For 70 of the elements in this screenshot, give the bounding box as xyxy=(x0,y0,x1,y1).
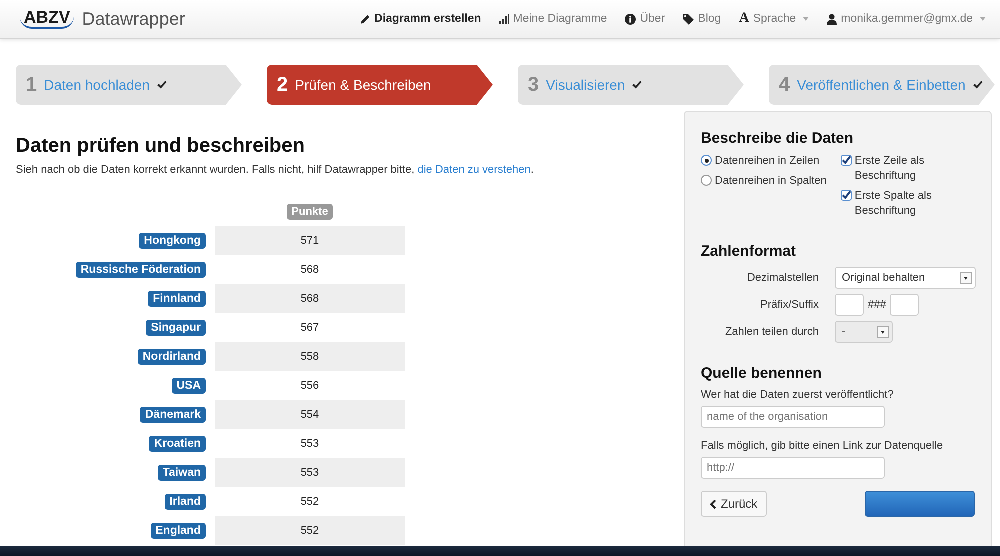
step-tab[interactable]: 2 Prüfen & Beschreiben xyxy=(267,65,493,105)
table-cell-text: 556 xyxy=(300,378,320,394)
logo[interactable]: ABZV xyxy=(20,9,74,29)
table-cell: 553 xyxy=(215,458,405,487)
table-cell: 568 xyxy=(215,284,405,313)
suffix-field[interactable] xyxy=(890,294,920,316)
row-label: Finnland xyxy=(148,290,206,306)
field-label: Dezimalstellen xyxy=(747,272,819,284)
step-tab[interactable]: 4 Veröffentlichen & Einbetten xyxy=(769,65,995,105)
row-label: Kroatien xyxy=(149,436,206,452)
radio-label: Datenreihen in Zeilen xyxy=(715,154,820,169)
step-tab[interactable]: 1 Daten hochladen xyxy=(16,65,242,105)
table-cell: 552 xyxy=(215,516,405,545)
field-label: Präfix/Suffix xyxy=(760,299,819,311)
nav-link[interactable]: A Sprache xyxy=(739,11,810,27)
table-cell-text: 553 xyxy=(300,436,320,452)
table-cell-text: 568 xyxy=(300,262,320,278)
row-label: Russische Föderation xyxy=(76,262,206,278)
row-label: USA xyxy=(172,378,206,394)
section-title: Beschreibe die Daten xyxy=(701,130,855,147)
row-label: England xyxy=(150,522,206,538)
table-cell-text: 567 xyxy=(300,320,320,336)
column-header: Punkte xyxy=(286,204,334,220)
row-label: Dänemark xyxy=(140,406,206,422)
field-label: Falls möglich, gib bitte einen Link zur Datenquelle xyxy=(701,440,944,452)
dropdown-field[interactable]: - xyxy=(835,321,893,343)
intro-text: Sieh nach ob die Daten korrekt erkannt wurden. Falls nicht, hilf Datawrapper bitte, die Daten zu verstehen. xyxy=(16,164,535,176)
info-icon xyxy=(625,14,636,24)
help-link[interactable]: die Daten zu verstehen xyxy=(418,164,531,176)
tag-icon xyxy=(683,14,694,24)
next-button[interactable] xyxy=(865,491,975,517)
step-tab[interactable]: 3 Visualisieren xyxy=(518,65,744,105)
chevron-left-icon xyxy=(710,500,717,508)
nav-link[interactable]: Blog xyxy=(683,13,722,25)
table-cell: 554 xyxy=(215,400,405,429)
text-field[interactable]: name of the organisation xyxy=(701,406,885,428)
nav-link[interactable]: Über xyxy=(625,13,666,25)
radio-button[interactable] xyxy=(701,175,712,186)
user-icon xyxy=(827,14,838,24)
checkbox-label: Erste Spalte als Beschriftung xyxy=(854,189,933,219)
separator-text: ### xyxy=(868,299,886,311)
row-label: Irland xyxy=(164,494,206,510)
table-cell-text: 552 xyxy=(300,494,320,510)
nav-link[interactable]: monika.gemmer@gmx.de xyxy=(827,13,986,25)
app-name: Datawrapper xyxy=(82,8,186,30)
page-title: Daten prüfen und beschreiben xyxy=(16,135,306,158)
row-label: Nordirland xyxy=(138,348,206,364)
radio-button[interactable] xyxy=(701,155,712,166)
nav-link[interactable]: Diagramm erstellen xyxy=(360,13,482,25)
bar-chart-icon xyxy=(499,14,510,24)
row-label: Hongkong xyxy=(139,232,206,248)
back-button[interactable]: Zurück xyxy=(701,491,767,517)
table-cell: 558 xyxy=(215,342,405,371)
nav-link[interactable]: Meine Diagramme xyxy=(499,13,608,25)
field-label: Wer hat die Daten zuerst veröffentlicht? xyxy=(701,389,895,401)
section-title: Zahlenformat xyxy=(701,243,798,260)
checkbox[interactable] xyxy=(840,155,852,166)
text-field[interactable]: http:// xyxy=(701,457,885,479)
dropdown-field[interactable]: Original behalten xyxy=(835,267,976,289)
prefix-field[interactable] xyxy=(835,294,864,316)
field-label: Zahlen teilen durch xyxy=(725,326,819,338)
pencil-icon xyxy=(360,14,371,24)
checkbox[interactable] xyxy=(840,190,852,201)
font-icon: A xyxy=(739,11,750,27)
radio-label: Datenreihen in Spalten xyxy=(715,174,827,189)
table-cell: 571 xyxy=(215,226,405,255)
row-label: Singapur xyxy=(146,320,206,336)
section-title: Quelle benennen xyxy=(701,365,823,382)
checkbox-label: Erste Zeile als Beschriftung xyxy=(854,154,926,184)
row-label: Taiwan xyxy=(158,464,206,480)
